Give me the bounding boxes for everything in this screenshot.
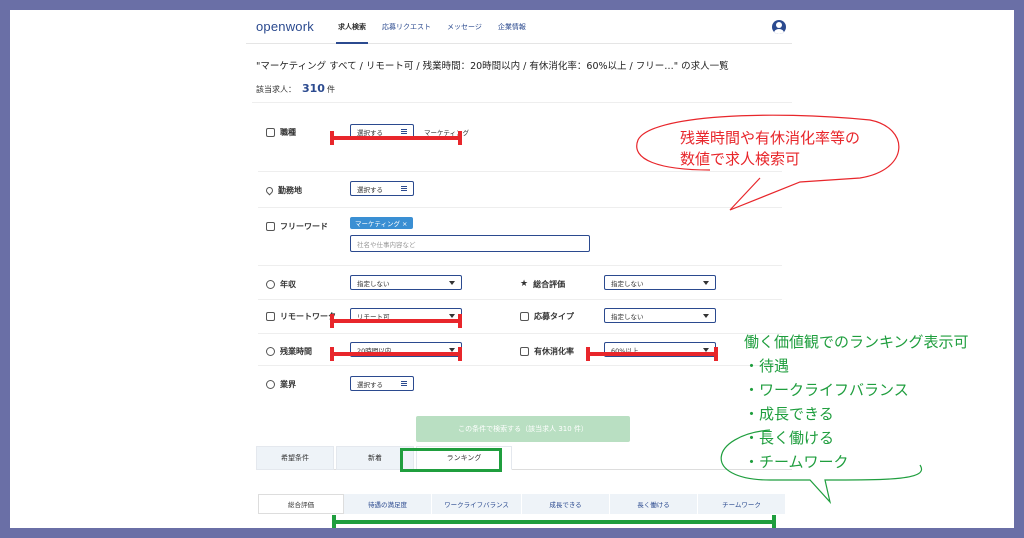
- red-annotation-text: 残業時間や有休消化率等の 数値で求人検索可: [680, 129, 861, 168]
- screenshot-canvas: openwork 求人検索 応募リクエスト メッセージ 企業情報 "マーケティン…: [10, 10, 1014, 528]
- green-annotation-text: 働く価値観でのランキング表示可 ・待遇 ・ワークライフバランス ・成長できる ・…: [744, 333, 969, 471]
